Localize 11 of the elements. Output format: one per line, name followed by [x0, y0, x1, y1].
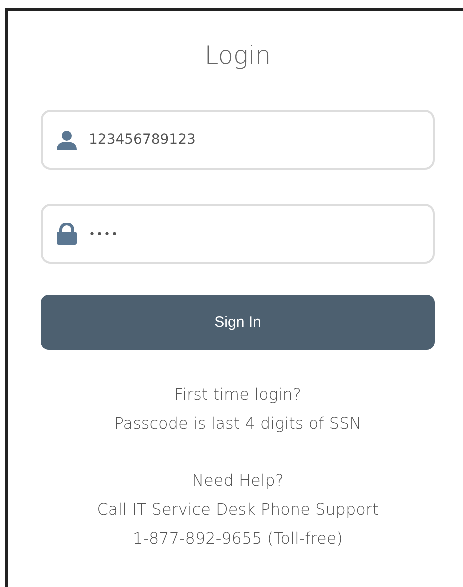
- help-text: Call IT Service Desk Phone Support: [97, 499, 379, 521]
- help-text: 1-877-892-9655 (Toll-free): [133, 528, 343, 550]
- help-text: Passcode is last 4 digits of SSN: [114, 413, 362, 435]
- user-icon: [57, 130, 77, 150]
- help-heading: Need Help?: [192, 470, 284, 492]
- password-field[interactable]: ••••: [41, 204, 435, 264]
- help-heading: First time login?: [174, 384, 302, 406]
- username-field[interactable]: 123456789123: [41, 110, 435, 170]
- login-title: Login: [204, 41, 272, 70]
- lock-icon: [57, 223, 77, 245]
- sign-in-button[interactable]: Sign In: [41, 295, 435, 350]
